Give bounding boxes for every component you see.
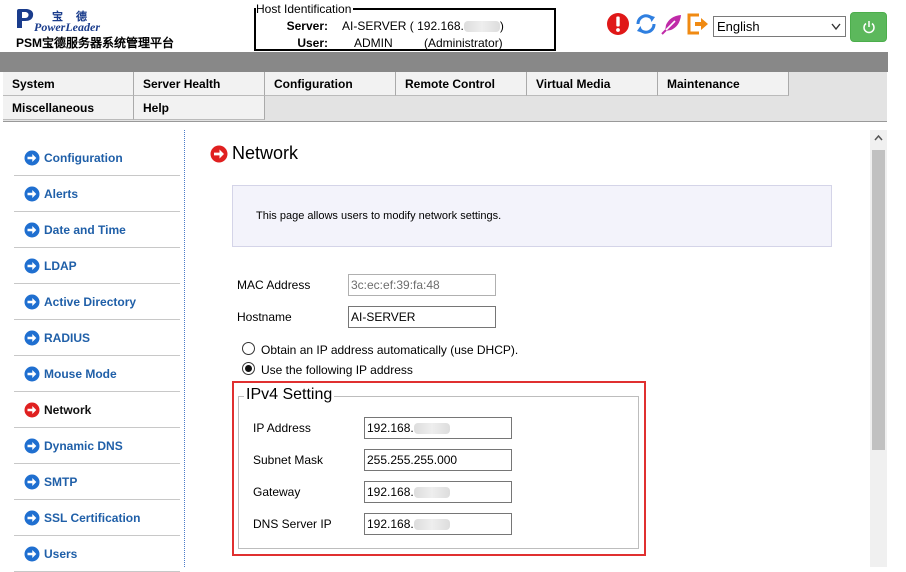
sidebar-item-label: RADIUS: [44, 331, 91, 345]
mac-address-field: 3c:ec:ef:39:fa:48: [348, 274, 496, 296]
sidebar-item-dynamic-dns[interactable]: Dynamic DNS: [14, 428, 180, 464]
dns-server-label: DNS Server IP: [253, 517, 332, 531]
menu-configuration[interactable]: Configuration: [265, 72, 396, 96]
sidebar-item-label: Active Directory: [44, 295, 137, 309]
vertical-scrollbar[interactable]: [870, 130, 887, 567]
sidebar-item-ssl-certification[interactable]: SSL Certification: [14, 500, 180, 536]
arrow-right-circle-icon: [24, 366, 40, 382]
arrow-right-circle-icon: [24, 546, 40, 562]
arrow-right-circle-icon: [24, 474, 40, 490]
refresh-icon[interactable]: [634, 12, 658, 36]
gateway-field[interactable]: 192.168.: [364, 481, 512, 503]
feather-icon[interactable]: [660, 12, 684, 36]
sidebar-item-label: Configuration: [44, 151, 123, 165]
sidebar-item-date-and-time[interactable]: Date and Time: [14, 212, 180, 248]
menu-system[interactable]: System: [3, 72, 134, 96]
power-icon: [863, 21, 875, 34]
subnet-mask-label: Subnet Mask: [253, 453, 324, 467]
menu-server-health[interactable]: Server Health: [134, 72, 265, 96]
arrow-right-circle-icon: [24, 294, 40, 310]
redacted-blur: [413, 519, 450, 531]
logo-english-text: PowerLeader: [34, 20, 100, 34]
logo: 宝 德 PowerLeader PSM宝德服务器系统管理平台: [14, 6, 184, 50]
sidebar-item-label: Alerts: [44, 187, 79, 201]
sidebar-item-smtp[interactable]: SMTP: [14, 464, 180, 500]
sidebar-item-alerts[interactable]: Alerts: [14, 176, 180, 212]
menu-help[interactable]: Help: [134, 96, 265, 120]
arrow-right-circle-icon: [24, 186, 40, 202]
sidebar: Configuration Alerts Date and Time LDAP Acti…: [14, 140, 180, 572]
host-identification: Host Identification Server: AI-SERVER ( …: [254, 2, 556, 51]
sidebar-item-ldap[interactable]: LDAP: [14, 248, 180, 284]
sidebar-item-active-directory[interactable]: Active Directory: [14, 284, 180, 320]
menu-miscellaneous[interactable]: Miscellaneous: [3, 96, 134, 120]
main-menu: System Server Health Configuration Remot…: [3, 72, 887, 122]
header: 宝 德 PowerLeader PSM宝德服务器系统管理平台 Host Iden…: [0, 0, 906, 52]
ipv4-setting-legend: IPv4 Setting: [244, 386, 335, 404]
user-role: (Administrator): [424, 36, 503, 50]
scrollbar-thumb[interactable]: [872, 150, 885, 450]
sidebar-item-label: Mouse Mode: [44, 367, 117, 381]
power-button[interactable]: [850, 12, 887, 42]
arrow-right-circle-icon: [210, 145, 228, 163]
server-label: Server:: [286, 19, 328, 33]
sidebar-item-label: SMTP: [44, 475, 78, 489]
info-panel: This page allows users to modify network…: [232, 185, 832, 247]
dns-server-field[interactable]: 192.168.: [364, 513, 512, 535]
server-value: AI-SERVER ( 192.168.): [342, 19, 504, 33]
ip-address-label: IP Address: [253, 421, 311, 435]
static-ip-radio[interactable]: [242, 362, 255, 375]
sidebar-item-label: Network: [44, 403, 92, 417]
alert-icon[interactable]: [606, 12, 630, 36]
header-separator-band: [0, 52, 888, 72]
user-value: ADMIN: [354, 36, 393, 50]
language-selected: English: [717, 19, 760, 34]
page-title: Network: [232, 143, 299, 163]
mac-address-label: MAC Address: [237, 278, 311, 292]
sidebar-item-label: Users: [44, 547, 78, 561]
subnet-mask-field[interactable]: 255.255.255.000: [364, 449, 512, 471]
chevron-down-icon: [831, 23, 841, 31]
hostname-field[interactable]: AI-SERVER: [348, 306, 496, 328]
scroll-up-arrow-icon[interactable]: [870, 130, 887, 147]
sidebar-item-mouse-mode[interactable]: Mouse Mode: [14, 356, 180, 392]
sidebar-item-label: Dynamic DNS: [44, 439, 123, 453]
arrow-right-circle-icon: [24, 150, 40, 166]
info-text: This page allows users to modify network…: [256, 210, 502, 222]
sidebar-item-radius[interactable]: RADIUS: [14, 320, 180, 356]
menu-remote-control[interactable]: Remote Control: [396, 72, 527, 96]
arrow-right-circle-icon: [24, 330, 40, 346]
redacted-blur: [413, 487, 450, 499]
sidebar-item-label: SSL Certification: [44, 511, 141, 525]
static-ip-option-label: Use the following IP address: [261, 363, 413, 377]
host-identification-legend: Host Identification: [256, 2, 354, 16]
gateway-label: Gateway: [253, 485, 301, 499]
sidebar-item-label: Date and Time: [44, 223, 126, 237]
menu-virtual-media[interactable]: Virtual Media: [527, 72, 658, 96]
sidebar-item-label: LDAP: [44, 259, 77, 273]
user-label: User:: [297, 36, 328, 50]
arrow-right-circle-icon: [24, 258, 40, 274]
redacted-blur: [413, 423, 450, 435]
arrow-right-circle-icon: [24, 438, 40, 454]
dhcp-radio[interactable]: [242, 342, 255, 355]
powerleader-logo-icon: [17, 9, 34, 28]
arrow-right-circle-icon: [24, 222, 40, 238]
menu-maintenance[interactable]: Maintenance: [658, 72, 789, 96]
language-select[interactable]: English: [713, 16, 846, 37]
logout-icon[interactable]: [686, 12, 710, 36]
arrow-right-circle-icon: [24, 402, 40, 418]
dhcp-option-label: Obtain an IP address automatically (use …: [261, 343, 519, 357]
hostname-label: Hostname: [237, 310, 292, 324]
arrow-right-circle-icon: [24, 510, 40, 526]
ip-address-field[interactable]: 192.168.: [364, 417, 512, 439]
sidebar-divider: [184, 130, 185, 567]
redacted-blur: [463, 21, 500, 33]
product-name: PSM宝德服务器系统管理平台: [16, 36, 175, 50]
sidebar-item-configuration[interactable]: Configuration: [14, 140, 180, 176]
sidebar-item-network[interactable]: Network: [14, 392, 180, 428]
